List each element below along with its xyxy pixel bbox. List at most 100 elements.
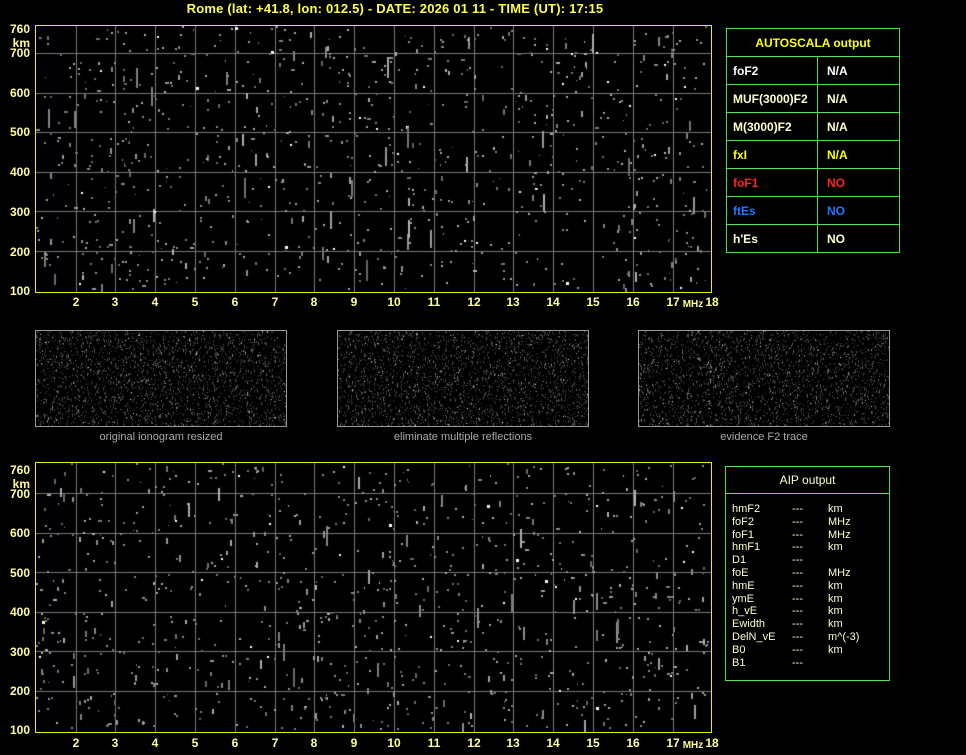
y-tick-label-400: 400: [9, 605, 30, 619]
aip-param-unit: km: [828, 592, 843, 605]
x-tick-label-13: 13: [506, 295, 520, 309]
x-tick-label-6: 6: [231, 736, 239, 750]
x-tick-label-8: 8: [310, 295, 318, 309]
aip-row-12: B1 ---: [726, 657, 889, 670]
autoscala-row-5: ftEs NO: [726, 196, 900, 225]
panel-original-ionogram-canvas: [36, 331, 286, 426]
aip-param-label: B0: [732, 643, 746, 656]
aip-param-unit: MHz: [828, 528, 851, 541]
x-tick-label-3: 3: [111, 736, 119, 750]
x-tick-label-16: 16: [626, 295, 640, 309]
x-tick-label-10: 10: [387, 295, 401, 309]
y-axis-unit-label: km: [12, 477, 30, 491]
aip-row-8: h_vE --- km: [726, 605, 889, 618]
y-tick-label-300: 300: [9, 645, 30, 659]
y-tick-label-760: 760: [9, 463, 30, 477]
autoscala-param-value: N/A: [817, 112, 900, 141]
autoscala-output-table: AUTOSCALA output foF2 N/A MUF(3000)F2 N/A M(…: [726, 28, 900, 253]
y-tick-label-600: 600: [9, 526, 30, 540]
x-tick-label-2: 2: [72, 295, 80, 309]
x-tick-label-7: 7: [271, 295, 279, 309]
aip-row-5: foE --- MHz: [726, 567, 889, 580]
panel-eliminate-reflections: [337, 330, 589, 427]
y-axis-unit-label: km: [12, 36, 30, 50]
aip-param-label: foF2: [732, 515, 755, 528]
aip-row-9: Ewidth --- km: [726, 618, 889, 631]
autoscala-param-value: NO: [817, 168, 900, 197]
x-tick-label-2: 2: [72, 736, 80, 750]
autoscala-screen: { "title": "Rome (lat: +41.8, lon: 012.5…: [0, 0, 966, 755]
x-tick-label-11: 11: [427, 295, 441, 309]
aip-param-unit: km: [828, 579, 843, 592]
aip-param-label: ymE: [732, 592, 754, 605]
aip-param-value: ---: [792, 566, 803, 579]
aip-param-label: hmF2: [732, 503, 761, 515]
ionogram-plot-top: [35, 25, 712, 293]
aip-row-2: foF1 --- MHz: [726, 529, 889, 542]
panel-caption-original: original ionogram resized: [99, 431, 223, 443]
y-tick-label-600: 600: [9, 86, 30, 100]
x-tick-label-11: 11: [427, 736, 441, 750]
panel-caption-eliminate: eliminate multiple reflections: [393, 431, 533, 443]
aip-param-value: ---: [792, 579, 803, 592]
autoscala-row-4: foF1 NO: [726, 168, 900, 197]
aip-param-value: ---: [792, 515, 803, 528]
x-tick-label-10: 10: [387, 736, 401, 750]
autoscala-param-label: MUF(3000)F2: [726, 84, 818, 113]
aip-param-label: hmE: [732, 579, 755, 592]
aip-param-label: DelN_vE: [732, 630, 776, 643]
x-tick-label-14: 14: [546, 736, 560, 750]
aip-param-unit: MHz: [828, 566, 851, 579]
x-tick-label-4: 4: [151, 295, 159, 309]
panel-evidence-f2-trace-canvas: [639, 331, 889, 426]
ionogram-canvas-top: [36, 26, 711, 292]
panel-original-ionogram: [35, 330, 287, 427]
aip-row-3: hmF1 --- km: [726, 541, 889, 554]
aip-param-value: ---: [792, 630, 803, 643]
aip-param-unit: km: [828, 503, 843, 515]
autoscala-table-header: AUTOSCALA output: [726, 28, 900, 57]
aip-row-1: foF2 --- MHz: [726, 516, 889, 529]
aip-param-unit: km: [828, 643, 843, 656]
autoscala-param-value: N/A: [817, 84, 900, 113]
panel-eliminate-reflections-canvas: [338, 331, 588, 426]
autoscala-row-0: foF2 N/A: [726, 56, 900, 85]
x-tick-label-5: 5: [191, 295, 199, 309]
aip-param-value: ---: [792, 528, 803, 541]
autoscala-row-1: MUF(3000)F2 N/A: [726, 84, 900, 113]
autoscala-param-label: foF2: [726, 56, 818, 85]
aip-param-label: hmF1: [732, 541, 761, 554]
aip-param-label: h_vE: [732, 605, 758, 618]
y-tick-label-100: 100: [9, 723, 30, 737]
aip-param-value: ---: [792, 656, 803, 669]
aip-row-0: hmF2 --- km: [726, 503, 889, 516]
aip-output-table: AIP output hmF2 --- km foF2 --- MHz foF1 --- MHz…: [725, 466, 890, 682]
aip-param-unit: m^(-3): [828, 630, 860, 643]
autoscala-param-value: NO: [817, 224, 900, 253]
aip-param-unit: km: [828, 605, 843, 618]
ionogram-plot-bottom: [35, 462, 712, 733]
aip-param-unit: km: [828, 618, 843, 631]
aip-param-label: B1: [732, 656, 746, 669]
autoscala-row-3: fxI N/A: [726, 140, 900, 169]
autoscala-param-label: M(3000)F2: [726, 112, 818, 141]
y-tick-label-760: 760: [9, 22, 30, 36]
panel-caption-evidence: evidence F2 trace: [720, 431, 808, 443]
aip-param-label: foF1: [732, 528, 755, 541]
x-tick-label-15: 15: [586, 736, 600, 750]
aip-param-value: ---: [792, 592, 803, 605]
aip-param-unit: km: [828, 541, 843, 554]
aip-row-10: DelN_vE --- m^(-3): [726, 631, 889, 644]
aip-table-body: hmF2 --- km foF2 --- MHz foF1 --- MHz hmF1 --- km D1…: [726, 494, 889, 680]
autoscala-param-label: ftEs: [726, 196, 818, 225]
aip-row-7: ymE --- km: [726, 593, 889, 606]
aip-table-header: AIP output: [726, 467, 889, 494]
x-tick-label-9: 9: [350, 295, 358, 309]
x-tick-label-9: 9: [350, 736, 358, 750]
panel-evidence-f2-trace: [638, 330, 890, 427]
x-axis-unit-label: MHz: [682, 740, 704, 751]
x-tick-label-15: 15: [586, 295, 600, 309]
x-tick-label-5: 5: [191, 736, 199, 750]
y-tick-label-500: 500: [9, 125, 30, 139]
x-tick-label-7: 7: [271, 736, 279, 750]
